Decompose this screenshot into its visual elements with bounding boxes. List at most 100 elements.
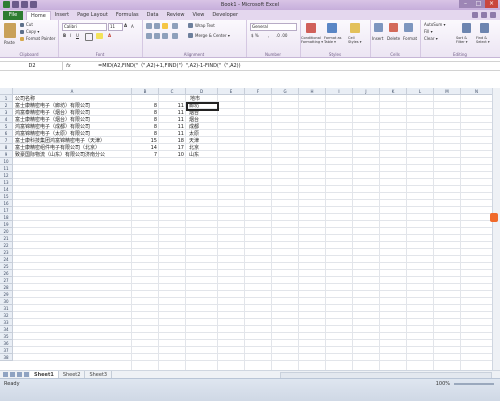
align-right-icon[interactable]: [162, 33, 168, 39]
row-header[interactable]: 16: [0, 200, 13, 207]
column-header-b[interactable]: B: [132, 88, 159, 95]
row-header[interactable]: 29: [0, 291, 13, 298]
font-size-select[interactable]: 11: [108, 23, 123, 31]
wrap-text-button[interactable]: Wrap Text: [195, 23, 215, 28]
align-bottom-icon[interactable]: [162, 23, 168, 29]
cell-a8[interactable]: 富士康精密组件电子有限公司（北京）: [15, 145, 100, 152]
cell-c4[interactable]: 11: [159, 117, 184, 124]
column-header-e[interactable]: E: [218, 88, 245, 95]
delete-button[interactable]: Delete: [387, 36, 400, 41]
cell-a7[interactable]: 富士康科技集团鸿富锦精密电子（天津）: [15, 138, 105, 145]
font-color-icon[interactable]: A: [108, 33, 111, 38]
number-format-select[interactable]: General: [250, 23, 297, 31]
cell-d7[interactable]: 天津: [189, 138, 199, 145]
row-header[interactable]: 23: [0, 249, 13, 256]
currency-icon[interactable]: $ %: [251, 33, 259, 38]
clear-button[interactable]: Clear ▾: [424, 36, 438, 41]
conditional-formatting-button[interactable]: Conditional Formatting ▾: [301, 36, 323, 44]
column-header-i[interactable]: I: [326, 88, 353, 95]
cell-d9[interactable]: 山东: [189, 152, 199, 159]
cell-a3[interactable]: 鸿富泰精密电子（烟台）有限公司: [15, 110, 90, 117]
row-header[interactable]: 2: [0, 102, 13, 109]
column-header-a[interactable]: A: [13, 88, 132, 95]
row-header[interactable]: 25: [0, 263, 13, 270]
tab-developer[interactable]: Developer: [208, 11, 242, 20]
column-header-j[interactable]: J: [353, 88, 380, 95]
cell-c8[interactable]: 17: [159, 145, 184, 152]
column-header-k[interactable]: K: [380, 88, 407, 95]
select-all-corner[interactable]: [0, 88, 13, 95]
cell-c3[interactable]: 11: [159, 110, 184, 117]
comma-icon[interactable]: ,: [268, 33, 269, 38]
cell-a4[interactable]: 富士康精密电子（烟台）有限公司: [15, 117, 90, 124]
row-header[interactable]: 24: [0, 256, 13, 263]
align-left-icon[interactable]: [146, 33, 152, 39]
side-floating-icon[interactable]: [490, 213, 498, 222]
cell-b9[interactable]: 7: [132, 152, 157, 159]
minimize-icon[interactable]: –: [459, 0, 472, 8]
cell-b4[interactable]: 8: [132, 117, 157, 124]
row-header[interactable]: 12: [0, 172, 13, 179]
tab-data[interactable]: Data: [143, 11, 163, 20]
border-icon[interactable]: [85, 33, 93, 41]
align-middle-icon[interactable]: [154, 23, 160, 29]
row-header[interactable]: 38: [0, 354, 13, 361]
cell-d4[interactable]: 烟台: [189, 117, 199, 124]
column-header-l[interactable]: L: [407, 88, 434, 95]
cell-a1[interactable]: 公司名称: [15, 96, 35, 103]
row-header[interactable]: 31: [0, 305, 13, 312]
column-header-m[interactable]: M: [434, 88, 461, 95]
cell-d5[interactable]: 成都: [189, 124, 199, 131]
row-header[interactable]: 9: [0, 151, 13, 158]
indent-icon[interactable]: [172, 33, 178, 39]
help-icon[interactable]: [472, 12, 478, 18]
last-sheet-icon[interactable]: [24, 372, 29, 377]
cell-a2[interactable]: 富士康精密电子（廊坊）有限公司: [15, 103, 90, 110]
row-header[interactable]: 34: [0, 326, 13, 333]
cell-b2[interactable]: 8: [132, 103, 157, 110]
row-header[interactable]: 1: [0, 95, 13, 102]
name-box[interactable]: D2: [2, 62, 63, 70]
paste-icon[interactable]: [4, 23, 16, 38]
restore-icon[interactable]: [481, 12, 487, 18]
next-sheet-icon[interactable]: [17, 372, 22, 377]
column-header-f[interactable]: F: [245, 88, 272, 95]
worksheet-grid[interactable]: A B C D E F G H I J K L M N 1 2 3 4 5 6 7 8 9 10 1…: [0, 88, 500, 370]
zoom-slider[interactable]: [454, 383, 494, 385]
copy-button[interactable]: Copy ▾: [26, 29, 39, 34]
fill-button[interactable]: Fill ▾: [424, 29, 433, 34]
fill-color-icon[interactable]: [96, 33, 103, 39]
grow-font-icon[interactable]: A: [124, 23, 127, 28]
tab-formulas[interactable]: Formulas: [112, 11, 143, 20]
cell-b5[interactable]: 8: [132, 124, 157, 131]
maximize-icon[interactable]: □: [472, 0, 485, 8]
format-button[interactable]: Format: [403, 36, 417, 41]
zoom-level[interactable]: 100%: [436, 381, 450, 387]
first-sheet-icon[interactable]: [3, 372, 8, 377]
close-workbook-icon[interactable]: [490, 12, 496, 18]
cell-b3[interactable]: 8: [132, 110, 157, 117]
row-header[interactable]: 18: [0, 214, 13, 221]
format-painter-button[interactable]: Format Painter: [26, 36, 55, 41]
row-header[interactable]: 14: [0, 186, 13, 193]
cell-d8[interactable]: 北京: [189, 145, 199, 152]
cell-a9[interactable]: 致豪国际物流（山东）有限公司济南分公: [15, 152, 105, 159]
row-header[interactable]: 36: [0, 340, 13, 347]
tab-file[interactable]: File: [3, 11, 23, 20]
row-header[interactable]: 28: [0, 284, 13, 291]
row-header[interactable]: 13: [0, 179, 13, 186]
row-header[interactable]: 33: [0, 319, 13, 326]
row-header[interactable]: 7: [0, 137, 13, 144]
row-header[interactable]: 5: [0, 123, 13, 130]
column-header-n[interactable]: N: [461, 88, 493, 95]
row-header[interactable]: 35: [0, 333, 13, 340]
autosum-button[interactable]: AutoSum ▾: [424, 22, 446, 27]
shrink-font-icon[interactable]: A: [131, 24, 134, 29]
row-header[interactable]: 27: [0, 277, 13, 284]
tab-insert[interactable]: Insert: [51, 11, 73, 20]
cell-c6[interactable]: 11: [159, 131, 184, 138]
fx-icon[interactable]: fx: [66, 62, 71, 70]
selected-cell-d2[interactable]: [186, 102, 219, 111]
cell-b6[interactable]: 8: [132, 131, 157, 138]
underline-icon[interactable]: U: [76, 33, 79, 38]
